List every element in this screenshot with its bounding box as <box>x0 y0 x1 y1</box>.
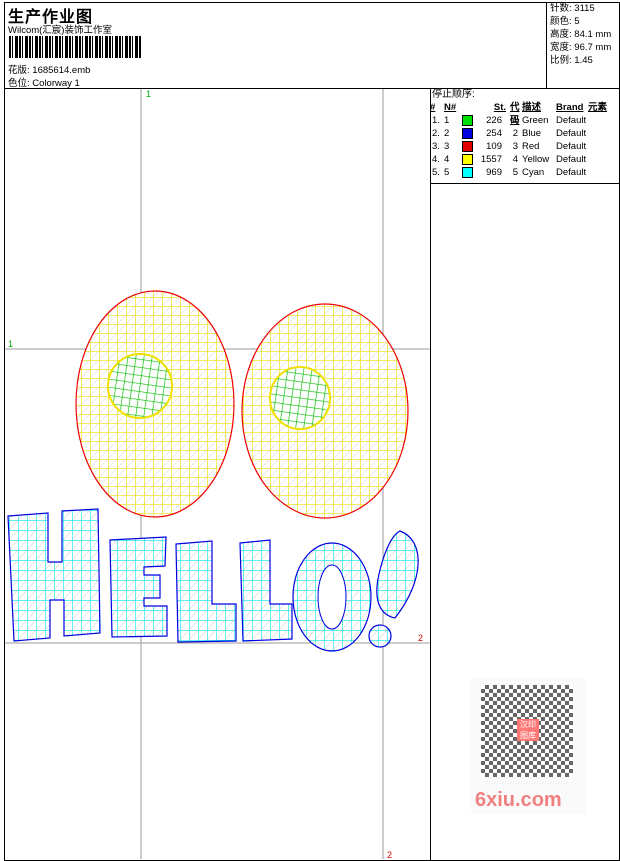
seal-logo: 汉印图库 <box>517 719 539 741</box>
letter-l2 <box>239 539 293 642</box>
left-green-circle <box>107 353 173 419</box>
right-green-circle <box>269 366 331 430</box>
grid-label-v2: 2 <box>387 850 392 860</box>
exclamation-dot <box>368 624 392 648</box>
embroidery-design <box>7 290 419 652</box>
letter-e <box>109 536 168 638</box>
watermark: 汉印图库 6xiu.com <box>471 679 586 814</box>
grid-label-h2: 2 <box>418 633 423 643</box>
watermark-text: 6xiu.com <box>475 789 562 811</box>
production-worksheet: 生产作业图 Wilcom(汇宸)装饰工作室 花版: 1685614.emb 色位… <box>0 0 620 861</box>
letter-o-hole <box>317 564 347 630</box>
letter-l1 <box>175 540 237 643</box>
letter-h <box>7 508 101 642</box>
grid-label-v1: 1 <box>146 89 151 99</box>
grid-label-h1: 1 <box>8 339 13 349</box>
